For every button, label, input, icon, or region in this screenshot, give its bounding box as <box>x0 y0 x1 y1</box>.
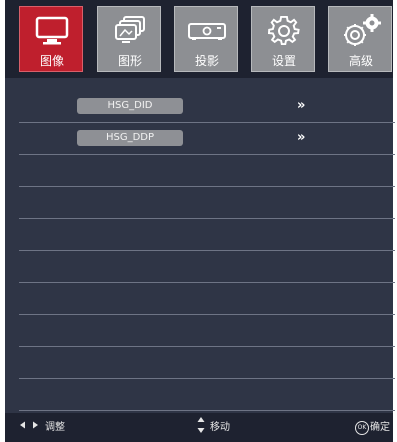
move-hint: 移动 <box>197 417 230 436</box>
menu-row-empty <box>19 252 395 283</box>
projector-icon <box>175 11 239 51</box>
left-right-arrows-icon <box>19 420 39 436</box>
ok-button-icon: OK <box>355 421 369 435</box>
monitor-icon <box>20 11 84 51</box>
menu-item-button[interactable]: HSG_DID <box>77 98 183 114</box>
menu-item-button[interactable]: HSG_DDP <box>77 130 183 146</box>
advanced-gears-icon <box>329 11 393 51</box>
tab-label: 图形 <box>117 54 142 68</box>
tab-advanced[interactable]: 高级 <box>328 6 392 72</box>
menu-row-hsg-ddp[interactable]: HSG_DDP » <box>19 124 395 155</box>
menu-row-empty <box>19 348 395 379</box>
confirm-label: 确定 <box>370 422 390 433</box>
tab-label: 投影 <box>194 54 219 68</box>
menu-row-empty <box>19 188 395 219</box>
tab-projection[interactable]: 投影 <box>174 6 238 72</box>
menu-list: HSG_DID » HSG_DDP » <box>5 78 395 413</box>
up-down-arrows-icon <box>197 416 205 440</box>
menu-row-empty <box>19 284 395 315</box>
double-chevron-right-icon[interactable]: » <box>297 129 317 147</box>
menu-row-empty <box>19 156 395 187</box>
adjust-hint: 调整 <box>19 420 65 436</box>
double-chevron-right-icon[interactable]: » <box>297 97 317 115</box>
tab-settings[interactable]: 设置 <box>251 6 315 72</box>
tab-graphics[interactable]: 图形 <box>97 6 161 72</box>
tab-label: 图像 <box>39 54 64 68</box>
osd-menu-panel: 图像 图形 投影 设置 高级 HSG_DID » HSG_DDP » 调整 移动… <box>5 0 395 442</box>
move-label: 移动 <box>210 422 230 433</box>
stacked-screens-icon <box>98 11 162 51</box>
hint-bar: 调整 移动 OK 确定 <box>5 413 393 442</box>
menu-row-hsg-did[interactable]: HSG_DID » <box>19 92 395 123</box>
tab-label: 高级 <box>348 54 373 68</box>
confirm-hint: OK 确定 <box>355 420 390 436</box>
menu-row-empty <box>19 220 395 251</box>
gear-icon <box>252 11 316 51</box>
adjust-label: 调整 <box>45 422 65 433</box>
tab-picture[interactable]: 图像 <box>19 6 83 72</box>
tab-bar: 图像 图形 投影 设置 高级 <box>5 0 393 78</box>
menu-row-empty <box>19 380 395 411</box>
tab-label: 设置 <box>271 54 296 68</box>
menu-row-empty <box>19 316 395 347</box>
